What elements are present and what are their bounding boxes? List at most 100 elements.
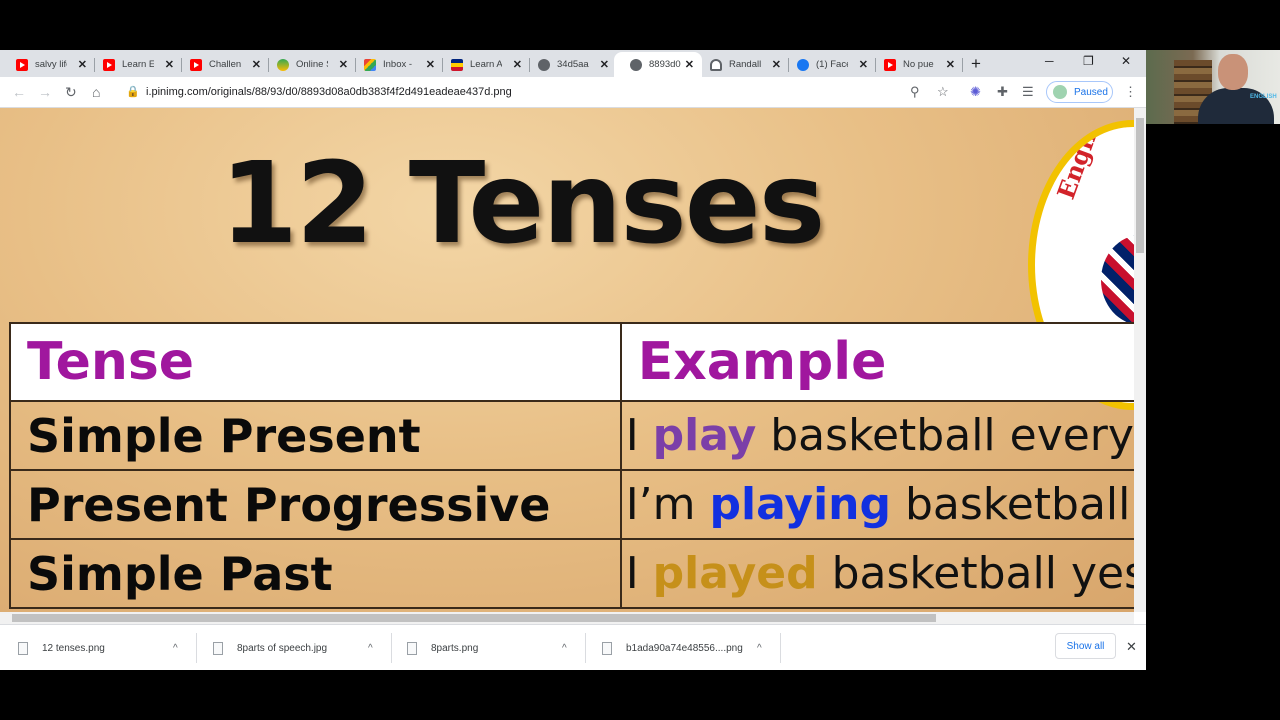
globe-icon bbox=[538, 58, 550, 71]
browser-window: salvy life ✕ Learn En ✕ Challeng ✕ Onlin… bbox=[0, 50, 1146, 670]
webcam-sign: ENGLISH bbox=[1250, 94, 1277, 100]
youtube-icon bbox=[190, 58, 202, 71]
zoom-icon[interactable]: ⚲ bbox=[910, 84, 920, 100]
tenses-table: Tense Example Simple Present I play bask… bbox=[9, 322, 1134, 609]
tab-label: No pue bbox=[903, 59, 934, 70]
tab-label: Inbox - bbox=[383, 59, 413, 70]
tab-label: salvy life bbox=[35, 59, 67, 70]
shopping-icon bbox=[277, 58, 289, 71]
header-example: Example bbox=[619, 322, 1134, 402]
close-icon[interactable]: ✕ bbox=[426, 58, 435, 71]
extensions-puzzle-icon[interactable]: ✚ bbox=[997, 84, 1008, 100]
profile-status-label: Paused bbox=[1074, 86, 1108, 98]
window-close-icon[interactable]: ✕ bbox=[1121, 54, 1131, 68]
tense-name: Present Progressive bbox=[9, 469, 622, 540]
youtube-icon bbox=[103, 58, 115, 71]
tab-label: 8893d0 bbox=[649, 59, 681, 70]
tab-facebook[interactable]: (1) Face ✕ bbox=[781, 52, 876, 77]
tab-8893d0-active[interactable]: 8893d0 ✕ bbox=[614, 52, 702, 77]
restore-icon[interactable]: ❐ bbox=[1083, 54, 1094, 68]
profile-paused-button[interactable]: Paused bbox=[1046, 81, 1113, 103]
example-sentence: I played basketball yes bbox=[619, 538, 1134, 609]
tab-challenge[interactable]: Challeng ✕ bbox=[174, 52, 269, 77]
file-icon bbox=[602, 641, 612, 655]
lock-icon[interactable]: 🔒 bbox=[126, 85, 140, 98]
close-icon[interactable]: ✕ bbox=[252, 58, 261, 71]
download-item[interactable]: 12 tenses.png ^ bbox=[18, 633, 198, 663]
tab-34d5aa[interactable]: 34d5aa ✕ bbox=[522, 52, 617, 77]
header-tense: Tense bbox=[9, 322, 622, 402]
tab-inbox[interactable]: Inbox - ✕ bbox=[348, 52, 443, 77]
extension-flower-icon[interactable]: ✺ bbox=[970, 84, 981, 100]
tab-learn-en[interactable]: Learn En ✕ bbox=[87, 52, 182, 77]
tab-salvy-life[interactable]: salvy life ✕ bbox=[0, 52, 95, 77]
youtube-icon bbox=[16, 58, 28, 71]
example-sentence: I’m playing basketball bbox=[619, 469, 1134, 540]
close-icon[interactable]: ✕ bbox=[165, 58, 174, 71]
page-viewport: 12 Tenses English G Tense Example Simple… bbox=[0, 108, 1134, 612]
tab-no-pue[interactable]: No pue ✕ bbox=[868, 52, 963, 77]
chevron-up-icon[interactable]: ^ bbox=[757, 643, 762, 654]
tab-label: Challeng bbox=[209, 59, 241, 70]
tab-label: Learn A bbox=[470, 59, 502, 70]
horizontal-scrollbar[interactable] bbox=[0, 612, 1134, 624]
tab-randall[interactable]: Randall ✕ bbox=[694, 52, 789, 77]
close-icon[interactable]: ✕ bbox=[513, 58, 522, 71]
facebook-icon bbox=[797, 58, 809, 71]
close-downloads-icon[interactable]: ✕ bbox=[1126, 639, 1137, 655]
table-row: Present Progressive I’m playing basketba… bbox=[9, 469, 1134, 540]
screen: salvy life ✕ Learn En ✕ Challeng ✕ Onlin… bbox=[0, 0, 1280, 720]
minimize-icon[interactable]: ─ bbox=[1045, 54, 1054, 68]
example-sentence: I play basketball every bbox=[619, 400, 1134, 471]
reading-list-icon[interactable]: ☰ bbox=[1022, 84, 1034, 100]
download-item[interactable]: 8parts.png ^ bbox=[407, 633, 587, 663]
download-item[interactable]: b1ada90a74e48556....png ^ bbox=[602, 633, 782, 663]
close-icon[interactable]: ✕ bbox=[946, 58, 955, 71]
headphones-icon bbox=[710, 58, 722, 71]
chevron-up-icon[interactable]: ^ bbox=[368, 643, 373, 654]
image-title: 12 Tenses bbox=[220, 139, 825, 269]
file-icon bbox=[18, 641, 28, 655]
logo-text: English G bbox=[1051, 120, 1123, 203]
bookmark-star-icon[interactable]: ☆ bbox=[937, 84, 949, 100]
vertical-scrollbar[interactable] bbox=[1134, 108, 1146, 612]
tab-label: Randall bbox=[729, 59, 761, 70]
address-toolbar: ← → ↻ ⌂ 🔒 i.pinimg.com/originals/88/93/d… bbox=[0, 77, 1146, 108]
globe-icon bbox=[630, 58, 642, 71]
webcam-overlay: ENGLISH bbox=[1146, 50, 1280, 124]
reload-icon[interactable]: ↻ bbox=[65, 84, 77, 101]
new-tab-plus-icon[interactable]: + bbox=[971, 54, 981, 74]
forward-arrow-icon[interactable]: → bbox=[38, 84, 52, 100]
url-field[interactable]: i.pinimg.com/originals/88/93/d0/8893d08a… bbox=[146, 86, 512, 98]
tab-label: 34d5aa bbox=[557, 59, 589, 70]
chevron-up-icon[interactable]: ^ bbox=[562, 643, 567, 654]
chevron-up-icon[interactable]: ^ bbox=[173, 643, 178, 654]
close-icon[interactable]: ✕ bbox=[339, 58, 348, 71]
tab-label: Learn En bbox=[122, 59, 154, 70]
close-icon[interactable]: ✕ bbox=[859, 58, 868, 71]
gmail-icon bbox=[364, 58, 376, 71]
show-all-button[interactable]: Show all bbox=[1055, 633, 1116, 659]
tense-name: Simple Past bbox=[9, 538, 622, 609]
download-item[interactable]: 8parts of speech.jpg ^ bbox=[213, 633, 393, 663]
download-filename: 12 tenses.png bbox=[42, 642, 105, 654]
download-filename: b1ada90a74e48556....png bbox=[626, 642, 743, 654]
close-icon[interactable]: ✕ bbox=[772, 58, 781, 71]
verb: played bbox=[652, 548, 818, 599]
back-arrow-icon[interactable]: ← bbox=[12, 84, 26, 100]
download-filename: 8parts of speech.jpg bbox=[237, 642, 328, 654]
tab-learn-a[interactable]: Learn A ✕ bbox=[435, 52, 530, 77]
more-menu-icon[interactable]: ⋮ bbox=[1124, 84, 1137, 100]
uk-flag-icon bbox=[1101, 235, 1134, 325]
close-icon[interactable]: ✕ bbox=[685, 58, 694, 71]
home-icon[interactable]: ⌂ bbox=[92, 84, 100, 100]
tab-online-shopping[interactable]: Online S ✕ bbox=[261, 52, 356, 77]
close-icon[interactable]: ✕ bbox=[600, 58, 609, 71]
flag-icon bbox=[451, 58, 463, 71]
verb: playing bbox=[709, 479, 892, 530]
tab-strip: salvy life ✕ Learn En ✕ Challeng ✕ Onlin… bbox=[0, 50, 1146, 77]
file-icon bbox=[407, 641, 417, 655]
tab-label: (1) Face bbox=[816, 59, 848, 70]
verb: play bbox=[652, 410, 757, 461]
close-icon[interactable]: ✕ bbox=[78, 58, 87, 71]
